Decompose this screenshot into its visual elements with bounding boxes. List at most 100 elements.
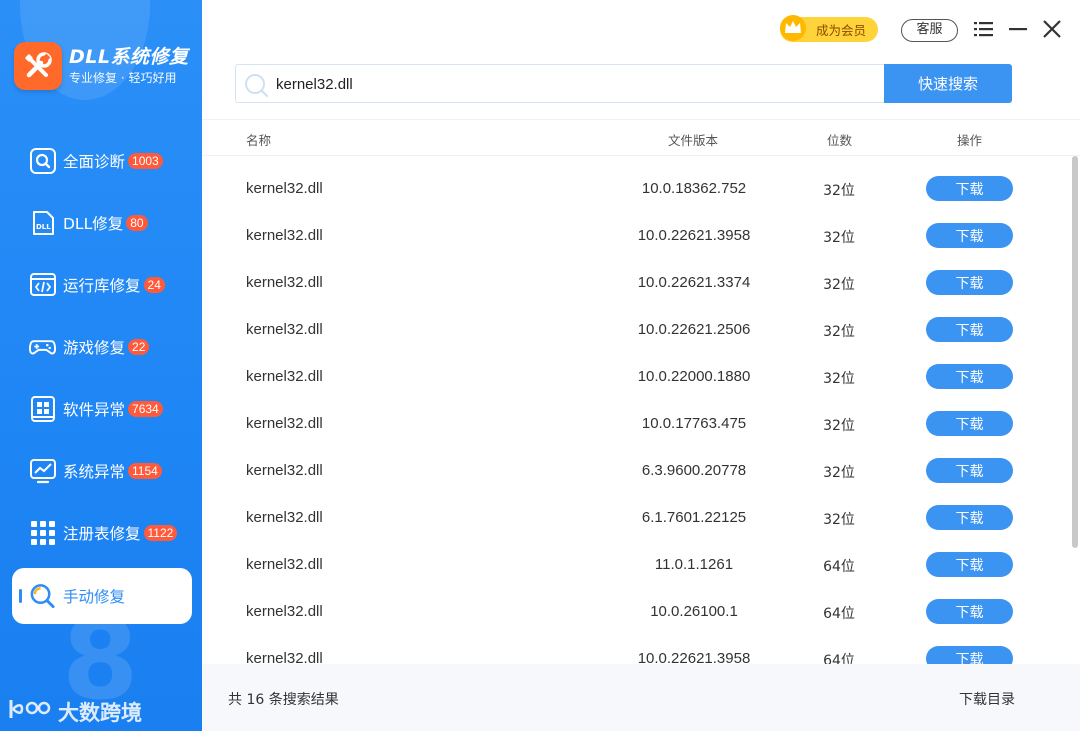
result-count: 共 16 条搜索结果 — [228, 692, 339, 708]
cell-name: kernel32.dll — [246, 415, 323, 432]
cell-name: kernel32.dll — [246, 556, 323, 573]
download-button[interactable]: 下载 — [926, 270, 1013, 295]
cell-version: 10.0.18362.752 — [641, 180, 747, 197]
cell-name: kernel32.dll — [246, 603, 323, 620]
scrollbar[interactable] — [1072, 156, 1078, 548]
sidebar-item-software-error[interactable]: 软件异常 7634 — [12, 381, 192, 437]
cell-name: kernel32.dll — [246, 462, 323, 479]
cell-name: kernel32.dll — [246, 650, 323, 665]
sidebar-item-label: 注册表修复 — [63, 525, 141, 543]
cell-bits: 32位 — [823, 183, 855, 199]
download-button[interactable]: 下载 — [926, 411, 1013, 436]
app-title: DLL系统修复 — [69, 46, 189, 68]
registry-grid-icon — [29, 520, 56, 547]
cell-name: kernel32.dll — [246, 509, 323, 526]
count-badge: 1154 — [128, 463, 162, 479]
active-indicator — [19, 589, 22, 603]
cell-bits: 32位 — [823, 418, 855, 434]
cell-bits: 32位 — [823, 371, 855, 387]
magnifier-icon — [29, 583, 56, 610]
cell-version: 11.0.1.1261 — [654, 556, 734, 573]
cell-name: kernel32.dll — [246, 321, 323, 338]
download-button[interactable]: 下载 — [926, 223, 1013, 248]
cell-version: 10.0.22621.2506 — [637, 321, 751, 338]
cell-name: kernel32.dll — [246, 274, 323, 291]
become-member-label: 成为会员 — [815, 23, 866, 38]
download-button[interactable]: 下载 — [926, 364, 1013, 389]
cell-version: 10.0.22621.3958 — [637, 227, 751, 244]
count-badge: 24 — [143, 277, 165, 293]
code-window-icon — [29, 272, 56, 299]
cell-version: 10.0.22000.1880 — [637, 368, 751, 385]
customer-service-button[interactable]: 客服 — [901, 19, 958, 42]
cell-version: 10.0.17763.475 — [641, 415, 747, 432]
cell-name: kernel32.dll — [246, 227, 323, 244]
watermark: 大数跨境 — [8, 696, 142, 727]
cell-name: kernel32.dll — [246, 368, 323, 385]
sidebar-item-runtime-repair[interactable]: 运行库修复 24 — [12, 257, 192, 313]
cell-version: 10.0.26100.1 — [650, 603, 738, 620]
sidebar-item-label: 游戏修复 — [63, 339, 126, 357]
sidebar-item-game-repair[interactable]: 游戏修复 22 — [12, 319, 192, 375]
search-input[interactable] — [276, 71, 866, 97]
cell-name: kernel32.dll — [246, 180, 323, 197]
wrench-tools-icon — [14, 42, 62, 90]
download-button[interactable]: 下载 — [926, 458, 1013, 483]
table-row: kernel32.dll 11.0.1.1261 64位 下载 — [202, 542, 1062, 589]
count-badge: 1003 — [128, 153, 163, 169]
table-row: kernel32.dll 10.0.18362.752 32位 下载 — [202, 166, 1062, 213]
download-button[interactable]: 下载 — [926, 317, 1013, 342]
table-row: kernel32.dll 10.0.22621.3958 32位 下载 — [202, 213, 1062, 260]
download-button[interactable]: 下载 — [926, 599, 1013, 624]
download-directory-link[interactable]: 下载目录 — [959, 689, 1015, 709]
download-button[interactable]: 下载 — [926, 176, 1013, 201]
table-row: kernel32.dll 10.0.22621.3958 64位 下载 — [202, 636, 1062, 665]
table-row: kernel32.dll 10.0.22621.2506 32位 下载 — [202, 307, 1062, 354]
app-subtitle: 专业修复 · 轻巧好用 — [69, 71, 177, 85]
download-button[interactable]: 下载 — [926, 552, 1013, 577]
search-icon — [29, 148, 56, 175]
cell-bits: 32位 — [823, 465, 855, 481]
watermark-text: 大数跨境 — [58, 700, 142, 725]
become-member-button[interactable]: 成为会员 — [780, 15, 878, 42]
cell-bits: 32位 — [823, 277, 855, 293]
sidebar-item-label: 软件异常 — [63, 401, 126, 419]
footer: 共 16 条搜索结果 下载目录 — [202, 664, 1080, 731]
title-bar: 成为会员 客服 — [202, 0, 1080, 60]
download-button[interactable]: 下载 — [926, 646, 1013, 665]
monitor-icon — [29, 458, 56, 485]
table-row: kernel32.dll 6.3.9600.20778 32位 下载 — [202, 448, 1062, 495]
search-box — [235, 64, 885, 103]
menu-icon[interactable] — [972, 17, 996, 41]
cell-bits: 32位 — [823, 324, 855, 340]
minimize-icon[interactable] — [1006, 17, 1030, 41]
sidebar-item-full-diagnosis[interactable]: 全面诊断 1003 — [12, 133, 192, 189]
download-button[interactable]: 下载 — [926, 505, 1013, 530]
sidebar: DLL系统修复 专业修复 · 轻巧好用 全面诊断 1003 DLL DLL修复 … — [0, 0, 202, 731]
sidebar-item-label: 系统异常 — [63, 463, 126, 481]
sidebar-item-label: 运行库修复 — [63, 277, 141, 295]
sidebar-item-system-error[interactable]: 系统异常 1154 — [12, 443, 192, 499]
header-action: 操作 — [957, 133, 983, 148]
watermark-logo-icon — [8, 696, 52, 727]
dll-file-icon: DLL — [29, 210, 56, 237]
table-header: 名称 文件版本 位数 操作 — [202, 120, 1080, 156]
sidebar-item-registry-repair[interactable]: 注册表修复 1122 — [12, 505, 192, 561]
cell-bits: 64位 — [823, 559, 855, 575]
table-row: kernel32.dll 10.0.22621.3374 32位 下载 — [202, 260, 1062, 307]
header-name: 名称 — [246, 133, 272, 148]
cell-bits: 32位 — [823, 512, 855, 528]
results-table: 名称 文件版本 位数 操作 kernel32.dll 10.0.18362.75… — [202, 119, 1080, 665]
header-version: 文件版本 — [668, 133, 719, 148]
cell-version: 6.3.9600.20778 — [641, 462, 747, 479]
close-icon[interactable] — [1040, 17, 1064, 41]
table-body: kernel32.dll 10.0.18362.752 32位 下载 kerne… — [202, 156, 1080, 665]
cell-bits: 64位 — [823, 606, 855, 622]
cell-bits: 32位 — [823, 230, 855, 246]
table-row: kernel32.dll 10.0.26100.1 64位 下载 — [202, 589, 1062, 636]
svg-text:DLL: DLL — [36, 223, 51, 231]
sidebar-item-dll-repair[interactable]: DLL DLL修复 80 — [12, 195, 192, 251]
crown-icon — [778, 13, 808, 43]
quick-search-button[interactable]: 快速搜索 — [884, 64, 1012, 103]
search-icon — [243, 72, 269, 102]
